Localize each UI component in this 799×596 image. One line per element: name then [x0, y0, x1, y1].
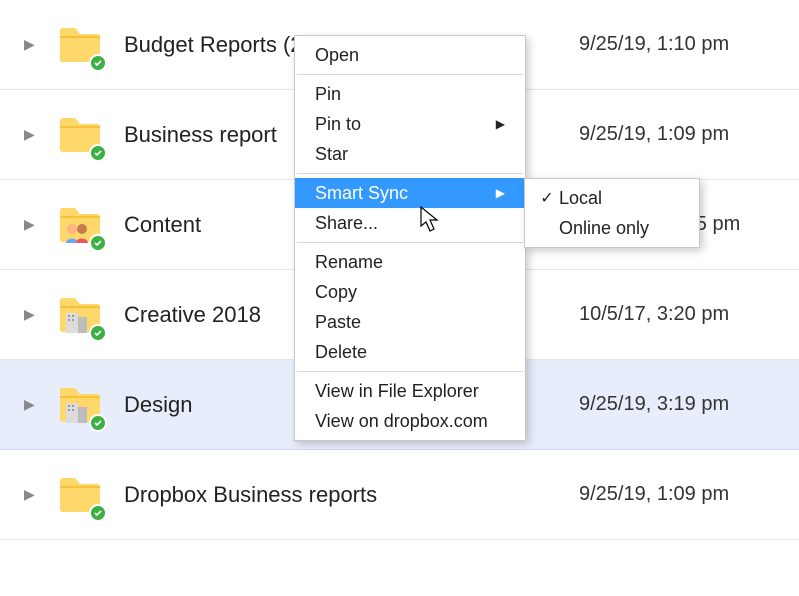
menu-open[interactable]: Open — [295, 40, 525, 70]
menu-star[interactable]: Star — [295, 139, 525, 169]
chevron-right-icon: ▶ — [496, 186, 505, 200]
smart-sync-submenu: ✓ Local Online only — [524, 178, 700, 248]
menu-pin-to[interactable]: Pin to▶ — [295, 109, 525, 139]
menu-rename[interactable]: Rename — [295, 247, 525, 277]
file-date: 9/25/19, 1:09 pm — [579, 483, 799, 506]
file-date: 9/25/19, 3:19 pm — [579, 393, 799, 416]
expand-icon[interactable]: ▶ — [24, 396, 38, 413]
chevron-right-icon: ▶ — [496, 117, 505, 131]
menu-view-explorer[interactable]: View in File Explorer — [295, 376, 525, 406]
folder-building-icon — [56, 291, 104, 339]
folder-building-icon — [56, 381, 104, 429]
expand-icon[interactable]: ▶ — [24, 216, 38, 233]
folder-icon — [56, 21, 104, 69]
menu-share[interactable]: Share... — [295, 208, 525, 238]
menu-copy[interactable]: Copy — [295, 277, 525, 307]
context-menu: Open Pin Pin to▶ Star Smart Sync▶ Share.… — [294, 35, 526, 441]
menu-pin[interactable]: Pin — [295, 79, 525, 109]
menu-delete[interactable]: Delete — [295, 337, 525, 367]
folder-people-icon — [56, 201, 104, 249]
sync-badge-icon — [89, 504, 107, 522]
expand-icon[interactable]: ▶ — [24, 486, 38, 503]
submenu-local[interactable]: ✓ Local — [525, 183, 699, 213]
file-name: Dropbox Business reports — [124, 482, 579, 508]
menu-view-dropbox[interactable]: View on dropbox.com — [295, 406, 525, 436]
menu-separator — [297, 371, 523, 372]
sync-badge-icon — [89, 144, 107, 162]
expand-icon[interactable]: ▶ — [24, 36, 38, 53]
checkmark-icon: ✓ — [535, 188, 559, 208]
submenu-online-only[interactable]: Online only — [525, 213, 699, 243]
file-date: 10/5/17, 3:20 pm — [579, 303, 799, 326]
file-date: 9/25/19, 1:10 pm — [579, 33, 799, 56]
file-row[interactable]: ▶ Dropbox Business reports 9/25/19, 1:09… — [0, 450, 799, 540]
sync-badge-icon — [89, 54, 107, 72]
menu-separator — [297, 74, 523, 75]
file-date: 9/25/19, 1:09 pm — [579, 123, 799, 146]
expand-icon[interactable]: ▶ — [24, 306, 38, 323]
expand-icon[interactable]: ▶ — [24, 126, 38, 143]
folder-icon — [56, 471, 104, 519]
sync-badge-icon — [89, 414, 107, 432]
menu-paste[interactable]: Paste — [295, 307, 525, 337]
menu-separator — [297, 173, 523, 174]
sync-badge-icon — [89, 234, 107, 252]
folder-icon — [56, 111, 104, 159]
menu-separator — [297, 242, 523, 243]
menu-smart-sync[interactable]: Smart Sync▶ — [295, 178, 525, 208]
sync-badge-icon — [89, 324, 107, 342]
